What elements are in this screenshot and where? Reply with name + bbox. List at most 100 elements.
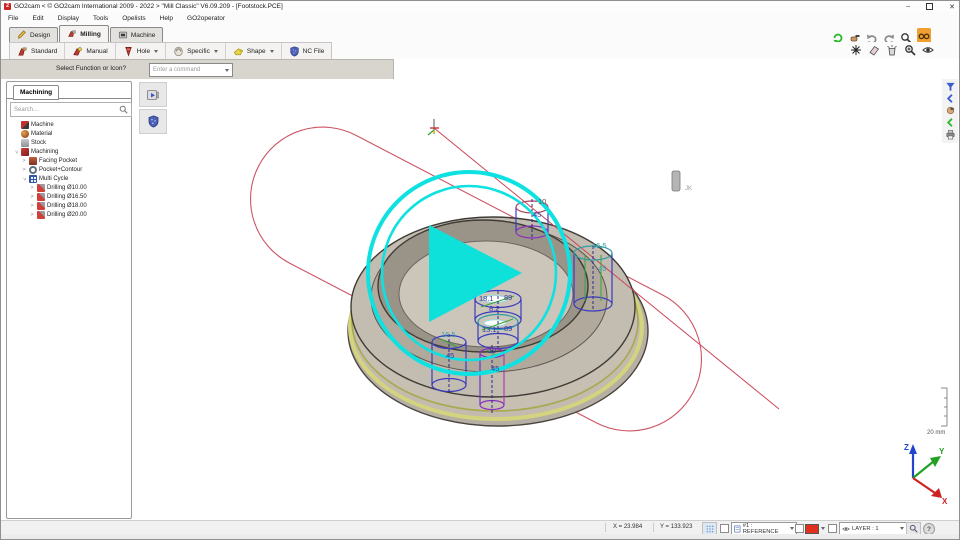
nc-shield-icon xyxy=(147,115,160,128)
tree-item[interactable]: > Pocket+Contour xyxy=(7,165,131,174)
nc-output-button[interactable] xyxy=(139,109,167,134)
collapse-blue-chevron-icon[interactable] xyxy=(945,93,956,104)
collapse-green-chevron-icon[interactable] xyxy=(945,117,956,128)
play-overlay[interactable] xyxy=(368,172,570,374)
tree-item-icon xyxy=(37,184,45,192)
clean-trash-icon[interactable] xyxy=(886,44,898,56)
command-prompt-label: Select Function or Icon? xyxy=(56,65,126,72)
hole-dropdown-caret[interactable] xyxy=(154,50,158,53)
panel-tab-machining[interactable]: Machining xyxy=(13,85,59,100)
tree-item[interactable]: > Drilling Ø18.00 xyxy=(7,201,131,210)
dimension-labels: 104516.54518.1898.213.1891016.54545 xyxy=(441,197,607,373)
tree-item-icon xyxy=(29,175,37,183)
visibility-eye-icon[interactable] xyxy=(922,44,934,56)
tree-item[interactable]: > Drilling Ø20.00 xyxy=(7,210,131,219)
color-dropdown-caret[interactable] xyxy=(821,527,825,530)
title-bar: 2 GO2cam < © GO2cam International 2009 -… xyxy=(1,1,959,12)
tab-design[interactable]: Design xyxy=(9,27,58,42)
command-combobox-caret[interactable] xyxy=(225,69,229,72)
menu-edit[interactable]: Edit xyxy=(25,15,50,22)
menu-help[interactable]: Help xyxy=(153,15,180,22)
minimize-button[interactable]: – xyxy=(906,3,910,10)
specific-fingerprint-icon xyxy=(173,46,184,57)
tree-item[interactable]: > Drilling Ø16.50 xyxy=(7,192,131,201)
manual-cycle-icon xyxy=(72,46,83,57)
nc-file-button[interactable]: NC File xyxy=(282,43,332,59)
tree-item-label: Machine xyxy=(31,122,54,128)
axis-y-label: Y xyxy=(939,447,945,456)
tree-item-icon xyxy=(37,193,45,201)
tree-expander-icon[interactable]: > xyxy=(29,203,35,209)
tree-expander-icon[interactable]: > xyxy=(21,176,27,182)
layer-checkbox[interactable] xyxy=(828,524,837,533)
tree-search-input[interactable]: Search... xyxy=(10,102,132,117)
tree-item-label: Machining xyxy=(31,149,58,155)
current-color-swatch[interactable] xyxy=(805,524,819,534)
tab-machine[interactable]: Machine xyxy=(110,27,164,42)
dimension-label: 16.5 xyxy=(592,241,607,250)
tree-expander-icon[interactable]: > xyxy=(21,158,27,164)
layer-select-caret[interactable] xyxy=(900,527,904,530)
color-checkbox[interactable] xyxy=(795,524,804,533)
scale-label: 20 mm xyxy=(927,430,945,436)
window-title: GO2cam < © GO2cam International 2009 - 2… xyxy=(14,3,283,10)
grab-hand-icon[interactable] xyxy=(945,105,956,116)
standard-label: Standard xyxy=(31,48,57,55)
tree-expander-icon[interactable]: > xyxy=(29,194,35,200)
play-icon xyxy=(429,225,522,322)
menu-opelists[interactable]: Opelists xyxy=(115,15,152,22)
reference-select-caret[interactable] xyxy=(790,527,794,530)
tree-item-icon xyxy=(37,211,45,219)
zoom-plus-icon[interactable] xyxy=(904,44,916,56)
tree-item[interactable]: Machine xyxy=(7,120,131,129)
dimension-label: 89 xyxy=(504,324,512,333)
tree-item-icon xyxy=(21,139,29,147)
menu-display[interactable]: Display xyxy=(51,15,86,22)
shape-dropdown-caret[interactable] xyxy=(270,50,274,53)
tree-item-label: Multi Cycle xyxy=(39,176,68,182)
print-icon[interactable] xyxy=(945,129,956,140)
tree-item[interactable]: Material xyxy=(7,129,131,138)
right-tool-strip xyxy=(942,79,958,143)
tree-item[interactable]: Stock xyxy=(7,138,131,147)
filter-icon[interactable] xyxy=(945,81,956,92)
dimension-label: 45 xyxy=(598,264,606,273)
tab-machine-label: Machine xyxy=(131,32,156,39)
command-combobox-value: Enter a command xyxy=(153,67,200,73)
tree-item[interactable]: > Multi Cycle xyxy=(7,174,131,183)
menu-tools[interactable]: Tools xyxy=(86,15,115,22)
tab-milling[interactable]: Milling xyxy=(59,25,109,42)
menu-go2operator[interactable]: GO2operator xyxy=(180,15,232,22)
simulation-button[interactable] xyxy=(139,82,167,107)
shape-button[interactable]: Shape xyxy=(226,43,282,59)
close-button[interactable]: ✕ xyxy=(949,3,955,11)
cursor-y-coordinate: Y = 133.923 xyxy=(660,524,692,530)
hole-button[interactable]: Hole xyxy=(116,43,166,59)
tree-item[interactable]: > Machining xyxy=(7,147,131,156)
bottom-strip xyxy=(1,534,959,539)
standard-button[interactable]: Standard xyxy=(10,43,65,59)
tree-expander-icon[interactable]: > xyxy=(21,167,27,173)
tree-item[interactable]: > Drilling Ø10.00 xyxy=(7,183,131,192)
manual-button[interactable]: Manual xyxy=(65,43,115,59)
search-placeholder: Search... xyxy=(14,107,38,113)
search-icon xyxy=(119,105,128,114)
maximize-button[interactable] xyxy=(926,3,933,10)
tree-expander-icon[interactable]: > xyxy=(29,212,35,218)
eraser-icon[interactable] xyxy=(868,44,880,56)
machining-panel: Machining Search... Machine Material Sto… xyxy=(6,81,132,519)
dimension-label: 10 xyxy=(538,197,546,206)
specific-dropdown-caret[interactable] xyxy=(214,50,218,53)
specific-button[interactable]: Specific xyxy=(166,43,226,59)
reference-select-value: #1 : REFERENCE xyxy=(743,523,788,535)
dimension-label: 18.1 xyxy=(479,294,494,303)
tree-expander-icon[interactable]: > xyxy=(29,185,35,191)
menu-file[interactable]: File xyxy=(1,15,25,22)
zoom-window-icon xyxy=(909,524,918,533)
command-combobox[interactable]: Enter a command xyxy=(149,63,233,77)
reference-checkbox[interactable] xyxy=(720,524,729,533)
app-icon: 2 xyxy=(4,3,11,10)
tree-item[interactable]: > Facing Pocket xyxy=(7,156,131,165)
tree-expander-icon[interactable]: > xyxy=(13,149,19,155)
measure-tool-icon[interactable] xyxy=(850,44,862,56)
